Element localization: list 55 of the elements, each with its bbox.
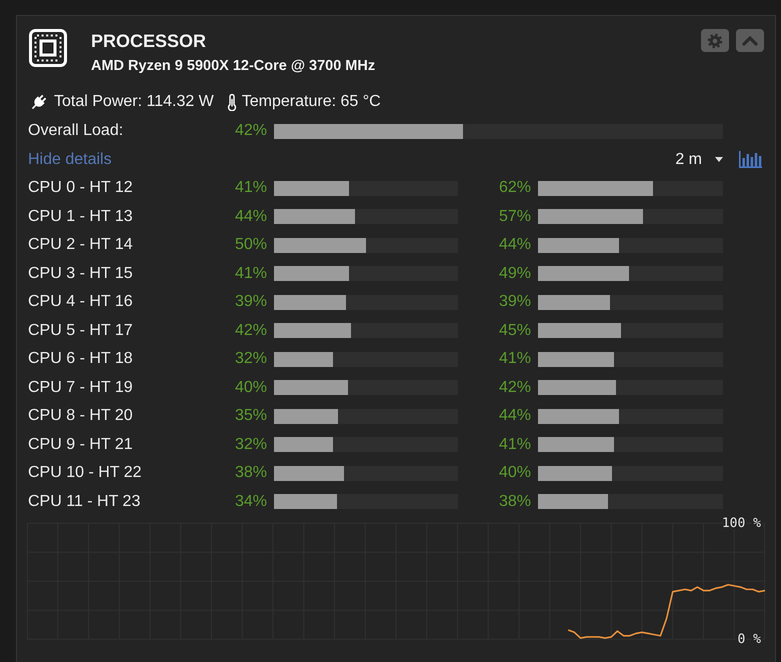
load-percent: 40%	[234, 378, 267, 398]
core-label: CPU 6 - HT 18	[28, 349, 133, 369]
core-label: CPU 11 - HT 23	[28, 492, 140, 512]
core-label: CPU 7 - HT 19	[28, 378, 133, 398]
core-label: CPU 8 - HT 20	[28, 406, 133, 426]
processor-model: AMD Ryzen 9 5900X 12-Core @ 3700 MHz	[91, 57, 376, 75]
axis-label: 100 %	[722, 516, 761, 531]
load-percent: 45%	[498, 320, 531, 340]
load-percent: 41%	[234, 264, 267, 284]
load-percent: 32%	[234, 434, 267, 454]
range-dropdown[interactable]: 2 m	[675, 150, 723, 170]
load-percent: 38%	[234, 463, 267, 483]
load-percent: 62%	[498, 178, 531, 198]
caret-icon	[715, 157, 723, 162]
load-percent: 44%	[498, 406, 531, 426]
load-percent: 39%	[234, 292, 267, 312]
core-label: CPU 10 - HT 22	[28, 463, 142, 483]
load-percent: 42%	[498, 378, 531, 398]
load-percent: 38%	[498, 492, 531, 512]
core-label: CPU 9 - HT 21	[28, 434, 133, 454]
core-label: CPU 2 - HT 14	[28, 235, 133, 255]
core-label: CPU 4 - HT 16	[28, 292, 133, 312]
collapse-button[interactable]	[736, 29, 764, 52]
load-percent: 42%	[234, 121, 267, 141]
load-percent: 41%	[234, 178, 267, 198]
load-percent: 40%	[498, 463, 531, 483]
core-label: CPU 0 - HT 12	[28, 178, 133, 198]
core-label: CPU 5 - HT 17	[28, 320, 133, 340]
load-percent: 49%	[498, 264, 531, 284]
axis-label: 0 %	[738, 632, 761, 647]
load-percent: 41%	[498, 434, 531, 454]
load-percent: 50%	[234, 235, 267, 255]
load-percent: 32%	[234, 349, 267, 369]
load-percent: 57%	[498, 206, 531, 226]
settings-icon	[707, 32, 723, 48]
overall-load-label: Overall Load:	[28, 121, 124, 141]
core-label: CPU 3 - HT 15	[28, 264, 133, 284]
load-percent: 35%	[234, 406, 267, 426]
core-label: CPU 1 - HT 13	[28, 206, 133, 226]
thermometer-icon	[226, 94, 237, 110]
chip-icon	[29, 29, 67, 67]
load-percent: 44%	[498, 235, 531, 255]
plug-icon	[30, 94, 47, 110]
settings-button[interactable]	[701, 29, 729, 52]
load-percent: 44%	[234, 206, 267, 226]
bar-chart-icon[interactable]	[739, 151, 762, 168]
power-reading: Total Power: 114.32 W	[54, 92, 214, 112]
panel-title: PROCESSOR	[91, 30, 206, 52]
load-percent: 34%	[234, 492, 267, 512]
temperature-reading: Temperature: 65 °C	[242, 92, 381, 112]
hide-details-link[interactable]: Hide details	[28, 150, 112, 170]
load-percent: 39%	[498, 292, 531, 312]
load-percent: 42%	[234, 320, 267, 340]
chevron-up-icon	[742, 35, 758, 46]
load-percent: 41%	[498, 349, 531, 369]
